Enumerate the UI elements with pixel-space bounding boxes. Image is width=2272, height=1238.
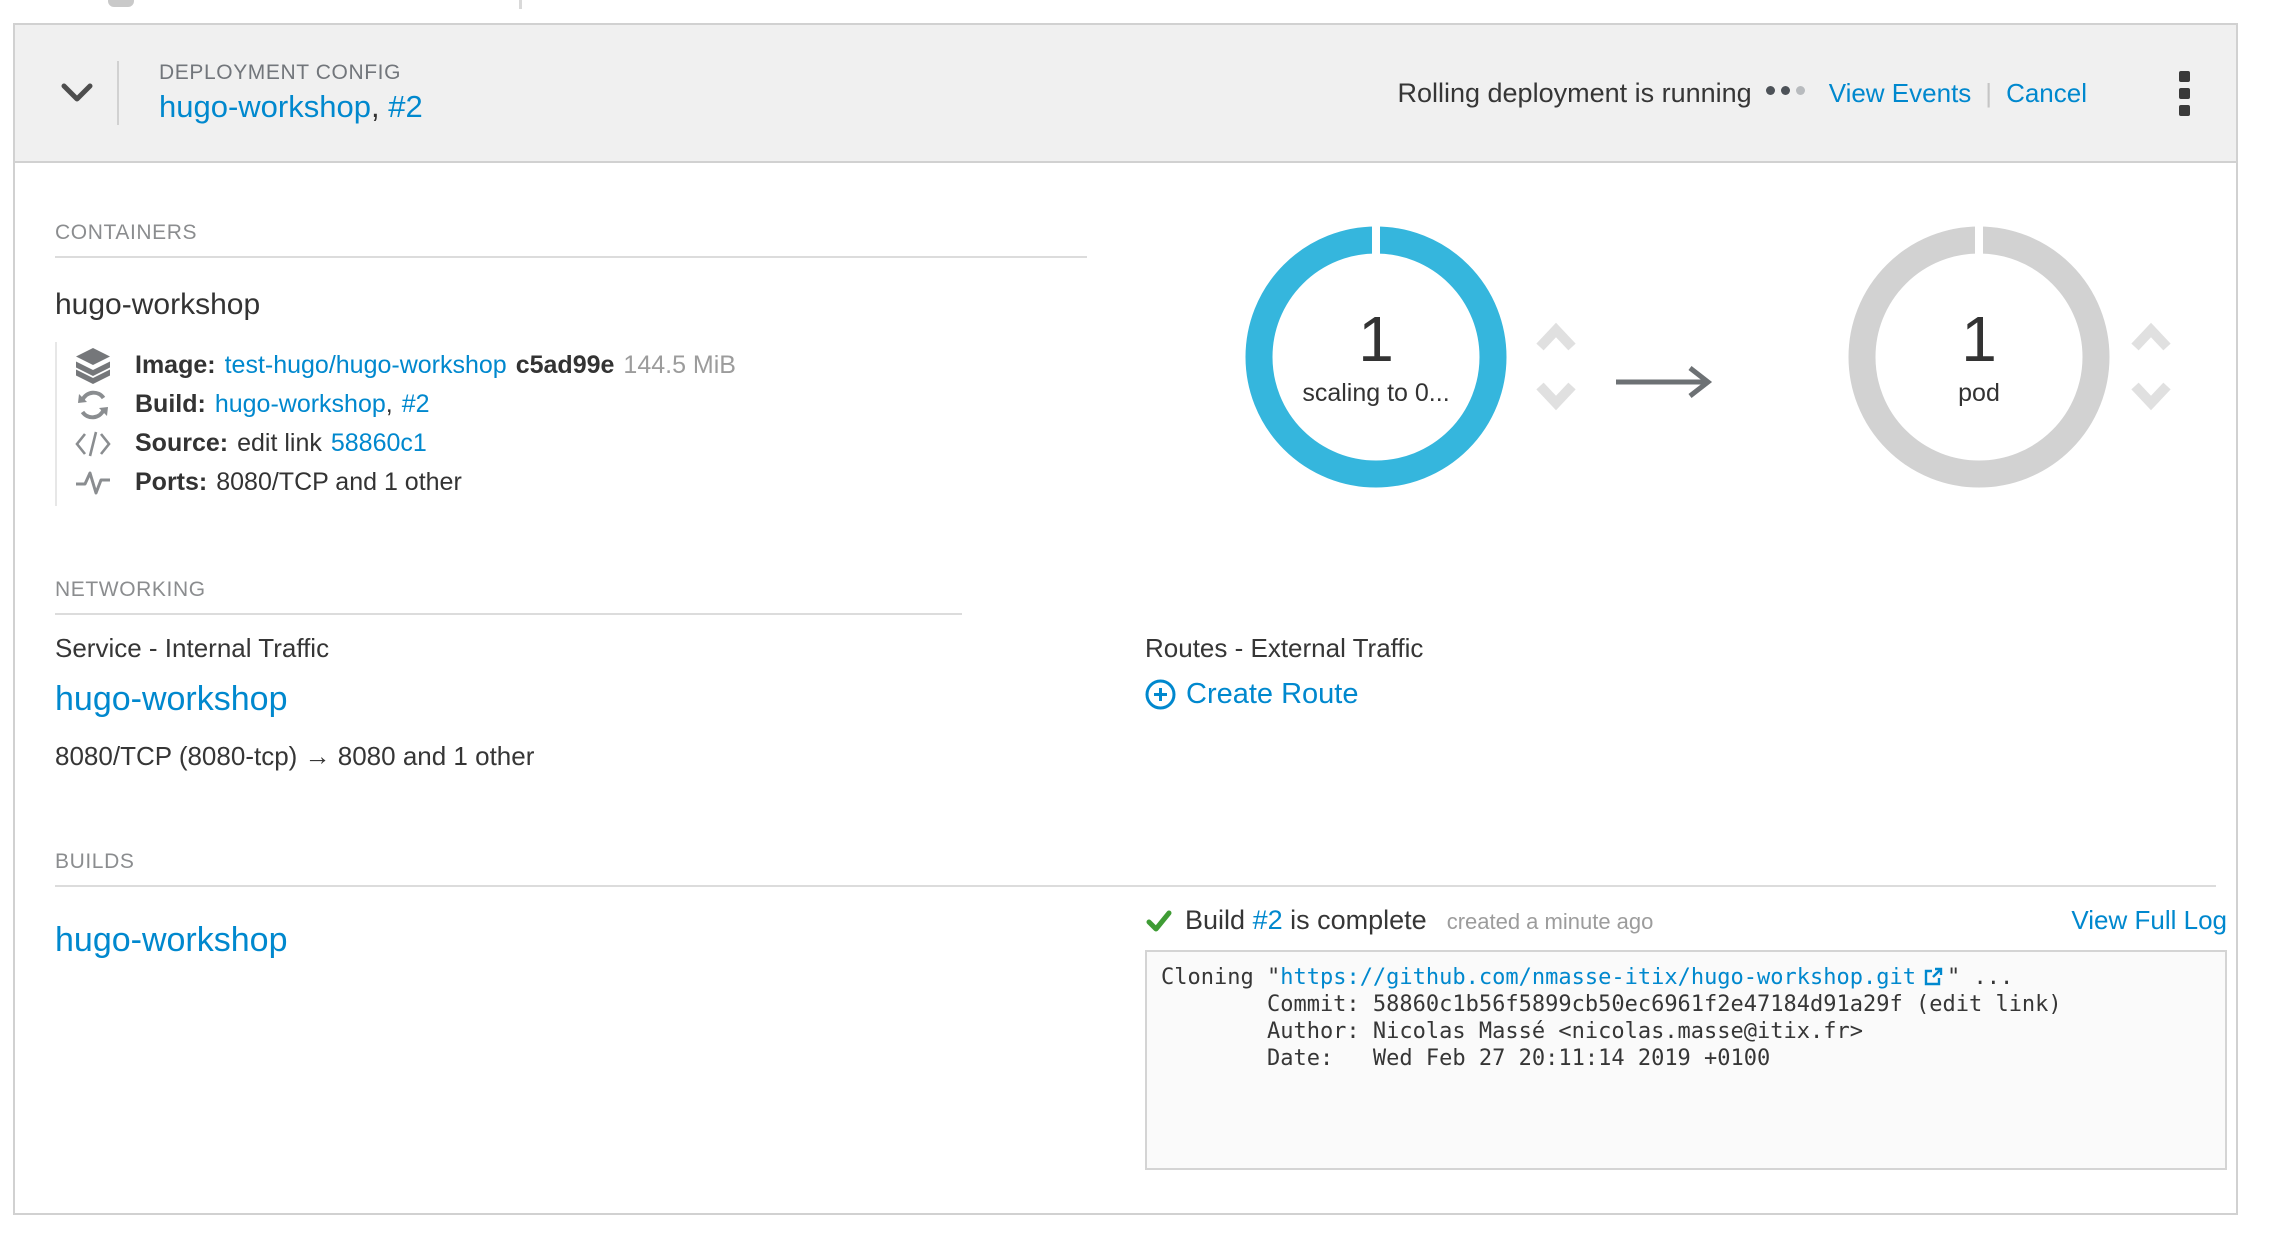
create-route-link[interactable]: Create Route bbox=[1145, 678, 1359, 711]
chevron-down-icon bbox=[1534, 381, 1578, 411]
service-ports-mapping: 8080/TCP (8080-tcp) → 8080 and 1 other bbox=[55, 741, 1145, 772]
image-sha: c5ad99e bbox=[516, 351, 615, 380]
git-repo-link[interactable]: https://github.com/nmasse-itix/hugo-work… bbox=[1280, 965, 1916, 990]
header-link-separator: | bbox=[1985, 78, 1992, 109]
ports-text: 8080/TCP and 1 other bbox=[216, 468, 462, 497]
build-link[interactable]: hugo-workshop bbox=[215, 390, 386, 419]
ports-label: Ports: bbox=[135, 468, 207, 497]
build-config-link[interactable]: hugo-workshop bbox=[55, 921, 287, 960]
chevron-up-icon bbox=[2129, 322, 2173, 352]
scale-up-button[interactable] bbox=[2129, 322, 2173, 355]
clipped-top-artifact bbox=[108, 0, 134, 7]
containers-divider bbox=[55, 256, 1087, 258]
builds-section-label: BUILDS bbox=[55, 850, 2216, 874]
build-status-text: Build #2 is complete bbox=[1185, 905, 1427, 936]
scaling-pod-count: 1 bbox=[1358, 307, 1394, 371]
scale-down-button[interactable] bbox=[1534, 381, 1578, 414]
scaling-area: 1 scaling to 0... bbox=[1245, 226, 2173, 488]
service-heading: Service - Internal Traffic bbox=[55, 633, 1145, 664]
page-title: hugo-workshop, #2 bbox=[159, 89, 423, 125]
chevron-up-icon bbox=[1534, 322, 1578, 352]
log-line-author: Author: Nicolas Massé <nicolas.masse@iti… bbox=[1161, 1018, 2211, 1045]
view-events-link[interactable]: View Events bbox=[1829, 78, 1972, 109]
code-icon bbox=[75, 431, 111, 457]
build-config-column: hugo-workshop bbox=[55, 905, 1145, 1170]
deployment-version-link[interactable]: #2 bbox=[388, 89, 422, 124]
source-label: Source: bbox=[135, 429, 228, 458]
build-number-link[interactable]: #2 bbox=[1253, 905, 1283, 935]
clipped-top-divider bbox=[519, 0, 522, 9]
service-link[interactable]: hugo-workshop bbox=[55, 680, 287, 719]
active-pod-count: 1 bbox=[1961, 307, 1997, 371]
resource-kind-label: DEPLOYMENT CONFIG bbox=[159, 61, 423, 85]
routes-heading: Routes - External Traffic bbox=[1145, 633, 2216, 664]
deployment-donut-active: 1 pod bbox=[1848, 226, 2110, 488]
build-label: Build: bbox=[135, 390, 206, 419]
build-version-link[interactable]: #2 bbox=[402, 390, 430, 419]
running-ellipsis-icon bbox=[1760, 86, 1805, 95]
deployment-config-card: DEPLOYMENT CONFIG hugo-workshop, #2 Roll… bbox=[13, 23, 2238, 1215]
builds-section: BUILDS hugo-workshop Build #2 is complet… bbox=[55, 850, 2216, 1170]
scale-down-button[interactable] bbox=[2129, 381, 2173, 414]
card-header: DEPLOYMENT CONFIG hugo-workshop, #2 Roll… bbox=[15, 25, 2236, 163]
networking-section-label: NETWORKING bbox=[55, 578, 2216, 602]
collapse-toggle-button[interactable] bbox=[57, 73, 97, 113]
create-route-label: Create Route bbox=[1186, 678, 1359, 711]
networking-section: NETWORKING Service - Internal Traffic hu… bbox=[55, 578, 2216, 772]
title-separator: , bbox=[371, 89, 388, 124]
routes-column: Routes - External Traffic Create Route bbox=[1145, 633, 2216, 772]
success-check-icon bbox=[1145, 907, 1173, 935]
deployment-config-name-link[interactable]: hugo-workshop bbox=[159, 89, 371, 124]
deployment-status-text: Rolling deployment is running bbox=[1397, 78, 1751, 109]
scaling-pod-label: scaling to 0... bbox=[1302, 379, 1449, 408]
scaling-stepper-right bbox=[2129, 322, 2173, 414]
chevron-down-icon bbox=[2129, 381, 2173, 411]
scale-up-button[interactable] bbox=[1534, 322, 1578, 355]
build-separator: , bbox=[386, 390, 393, 419]
rollout-arrow-icon bbox=[1614, 362, 1718, 402]
image-size: 144.5 MiB bbox=[623, 351, 736, 380]
chevron-down-icon bbox=[60, 82, 94, 104]
active-pod-label: pod bbox=[1958, 379, 2000, 408]
refresh-icon bbox=[75, 390, 111, 420]
cancel-link[interactable]: Cancel bbox=[2006, 78, 2087, 109]
networking-divider bbox=[55, 613, 962, 615]
view-full-log-link[interactable]: View Full Log bbox=[2071, 905, 2227, 936]
build-status-row: Build #2 is complete created a minute ag… bbox=[1145, 905, 2227, 936]
kebab-menu-button[interactable] bbox=[2179, 68, 2190, 119]
header-titles: DEPLOYMENT CONFIG hugo-workshop, #2 bbox=[159, 61, 423, 125]
builds-divider bbox=[55, 885, 2216, 887]
image-link[interactable]: test-hugo/hugo-workshop bbox=[225, 351, 507, 380]
layers-icon bbox=[75, 348, 111, 384]
header-vertical-divider bbox=[117, 61, 119, 125]
external-link-icon bbox=[1924, 966, 1943, 993]
service-column: Service - Internal Traffic hugo-workshop… bbox=[55, 633, 1145, 772]
log-line-cloning: Cloning "https://github.com/nmasse-itix/… bbox=[1161, 964, 2211, 991]
build-created-timestamp: created a minute ago bbox=[1447, 909, 1654, 935]
deployment-donut-scaling: 1 scaling to 0... bbox=[1245, 226, 1507, 488]
log-line-commit: Commit: 58860c1b56f5899cb50ec6961f2e4718… bbox=[1161, 991, 2211, 1018]
log-line-date: Date: Wed Feb 27 20:11:14 2019 +0100 bbox=[1161, 1045, 2211, 1072]
pulse-icon bbox=[75, 469, 111, 497]
source-commit-link[interactable]: 58860c1 bbox=[331, 429, 427, 458]
image-label: Image: bbox=[135, 351, 216, 380]
circled-plus-icon bbox=[1145, 679, 1176, 710]
build-status-column: Build #2 is complete created a minute ag… bbox=[1145, 905, 2227, 1170]
source-edit-text: edit link bbox=[237, 429, 322, 458]
scaling-stepper-left bbox=[1534, 322, 1578, 414]
build-log-box: Cloning "https://github.com/nmasse-itix/… bbox=[1145, 950, 2227, 1170]
